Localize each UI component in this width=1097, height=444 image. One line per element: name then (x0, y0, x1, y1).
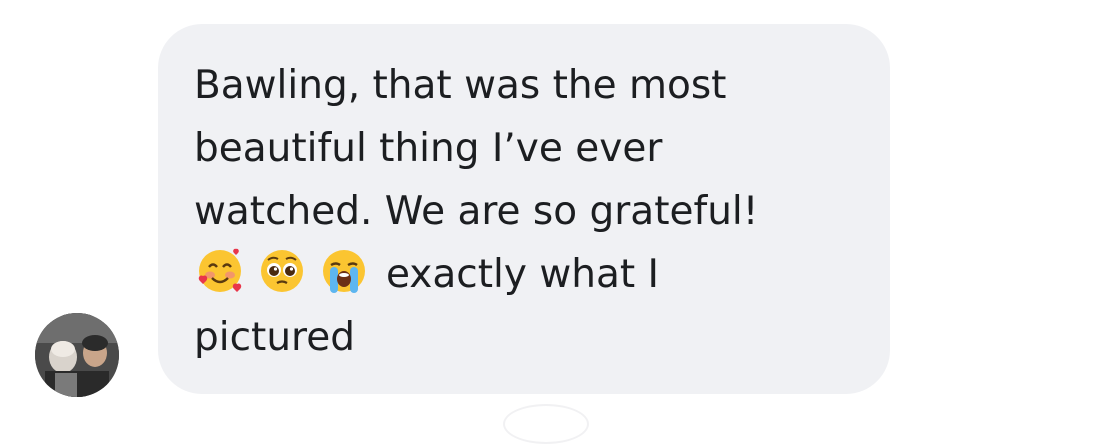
smiling-face-with-hearts-icon (194, 245, 246, 297)
avatar[interactable] (35, 313, 119, 397)
reaction-shadow (503, 404, 589, 444)
message-line: exactly what I (386, 252, 660, 297)
message-line: watched. We are so grateful! (194, 189, 759, 234)
message-line: beautiful thing I’ve ever (194, 126, 663, 171)
loudly-crying-face-icon (318, 245, 370, 297)
emoji-line: exactly what I (194, 243, 874, 306)
message-bubble[interactable]: Bawling, that was the most beautiful thi… (158, 24, 890, 394)
message-text: Bawling, that was the most beautiful thi… (194, 54, 874, 369)
pleading-face-icon (256, 245, 308, 297)
message-line: Bawling, that was the most (194, 63, 727, 108)
avatar-photo (35, 313, 119, 397)
message-line: pictured (194, 315, 355, 360)
